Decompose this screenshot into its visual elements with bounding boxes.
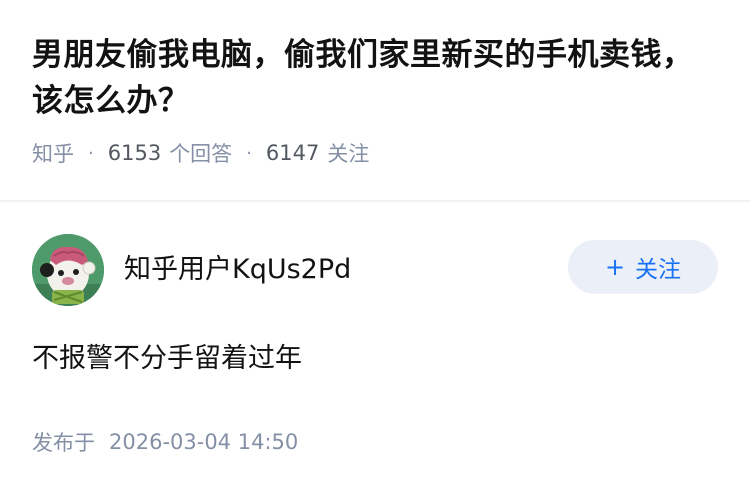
question-title[interactable]: 男朋友偷我电脑，偷我们家里新买的手机卖钱，该怎么办？	[32, 32, 718, 124]
separator-dot: ·	[88, 142, 94, 164]
answers-count: 6153	[107, 141, 162, 165]
answers-label: 个回答	[169, 142, 233, 166]
question-meta: 知乎 · 6153 个回答 · 6147 关注	[32, 138, 718, 168]
divider	[0, 200, 750, 202]
answer-content[interactable]: 不报警不分手留着过年	[32, 339, 718, 379]
answer-card: 知乎用户KqUs2Pd + 关注 不报警不分手留着过年 发布于 2026-03-…	[32, 234, 718, 457]
source-label[interactable]: 知乎	[32, 138, 74, 168]
follow-button[interactable]: + 关注	[568, 240, 718, 294]
author-name[interactable]: 知乎用户KqUs2Pd	[124, 247, 568, 286]
avatar-image	[32, 234, 104, 306]
avatar[interactable]	[32, 234, 104, 306]
answer-time: 发布于 2026-03-04 14:50	[32, 427, 718, 457]
followers-label: 关注	[327, 142, 370, 166]
separator-dot: ·	[246, 142, 252, 164]
follow-label: 关注	[635, 257, 682, 283]
followers-count: 6147	[265, 141, 320, 165]
question-header: 男朋友偷我电脑，偷我们家里新买的手机卖钱，该怎么办？ 知乎 · 6153 个回答…	[0, 0, 750, 168]
plus-icon: +	[604, 253, 626, 281]
author-row: 知乎用户KqUs2Pd + 关注	[32, 234, 718, 306]
time-value: 2026-03-04 14:50	[109, 430, 299, 454]
time-label: 发布于	[32, 431, 95, 455]
